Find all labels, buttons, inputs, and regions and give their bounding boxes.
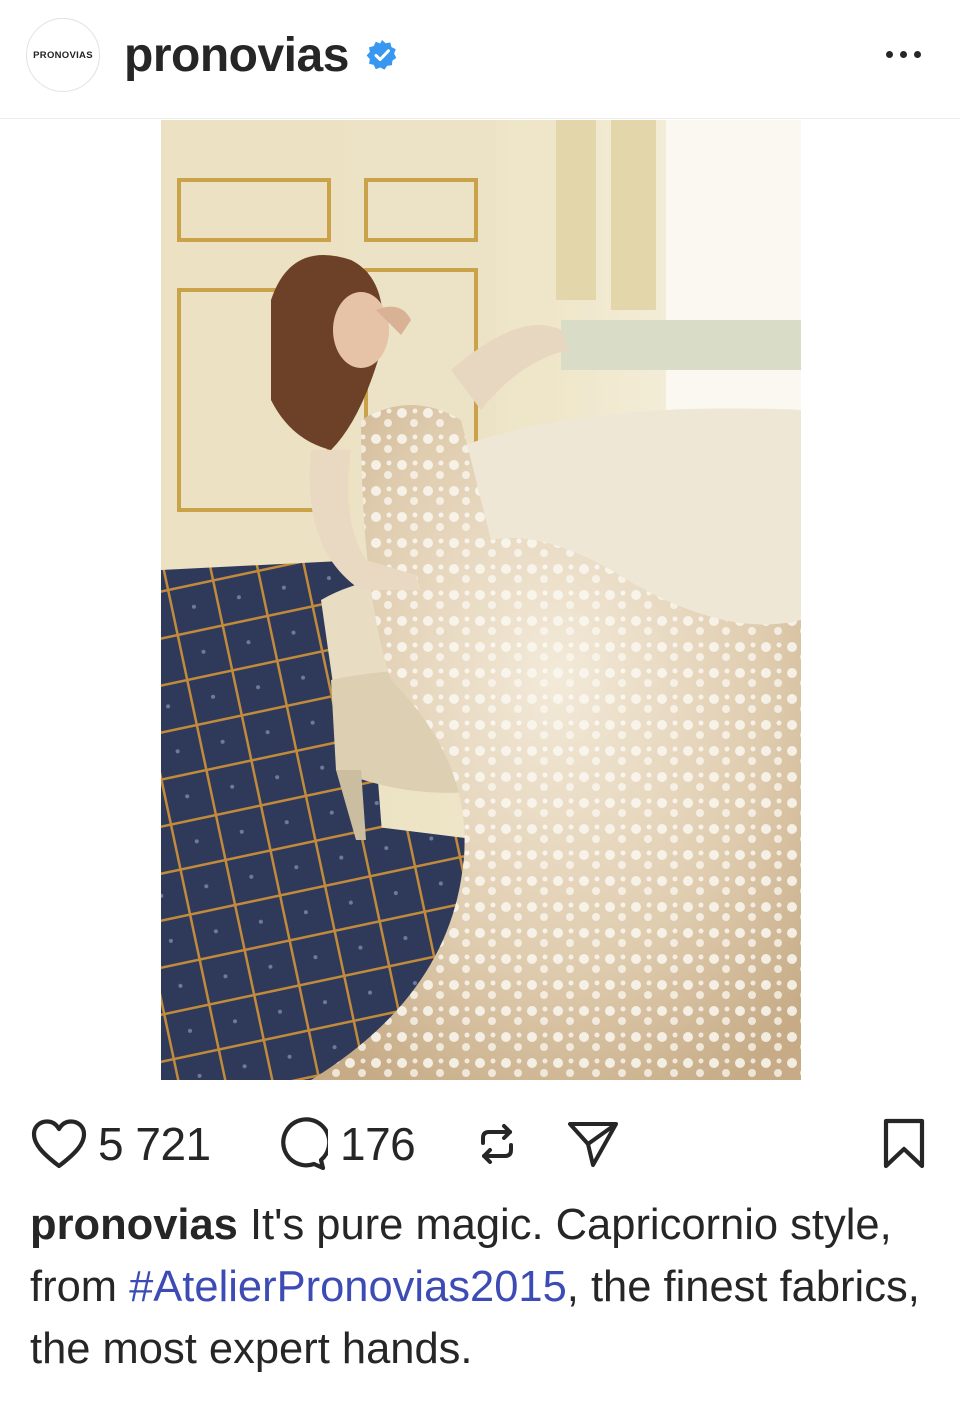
post-image[interactable]	[161, 120, 801, 1080]
caption-hashtag[interactable]: #AtelierPronovias2015	[129, 1263, 567, 1311]
more-options-icon[interactable]	[886, 44, 926, 64]
username[interactable]: pronovias	[124, 28, 349, 84]
caption-username[interactable]: pronovias	[30, 1201, 238, 1249]
share-icon	[568, 1122, 618, 1167]
repost-icon	[481, 1124, 513, 1164]
save-button[interactable]	[880, 1108, 928, 1180]
comment-count[interactable]: 176	[340, 1117, 416, 1171]
post-header: PRONOVIAS pronovias	[0, 0, 960, 119]
comment-icon	[281, 1117, 328, 1171]
verified-badge-icon	[366, 40, 397, 70]
post-caption: pronovias It's pure magic. Capricornio s…	[30, 1194, 930, 1380]
heart-icon	[31, 1119, 87, 1169]
repost-button[interactable]	[472, 1108, 522, 1180]
share-button[interactable]	[566, 1108, 620, 1180]
bookmark-icon	[883, 1118, 925, 1169]
like-count[interactable]: 5 721	[98, 1117, 211, 1171]
like-button[interactable]: 5 721	[30, 1108, 211, 1180]
avatar[interactable]: PRONOVIAS	[26, 18, 100, 92]
avatar-logo-text: PRONOVIAS	[33, 49, 93, 61]
wedding-dress-photo	[161, 120, 801, 1080]
post-actions: 5 721 176	[0, 1108, 960, 1180]
comment-button[interactable]: 176	[272, 1108, 416, 1180]
